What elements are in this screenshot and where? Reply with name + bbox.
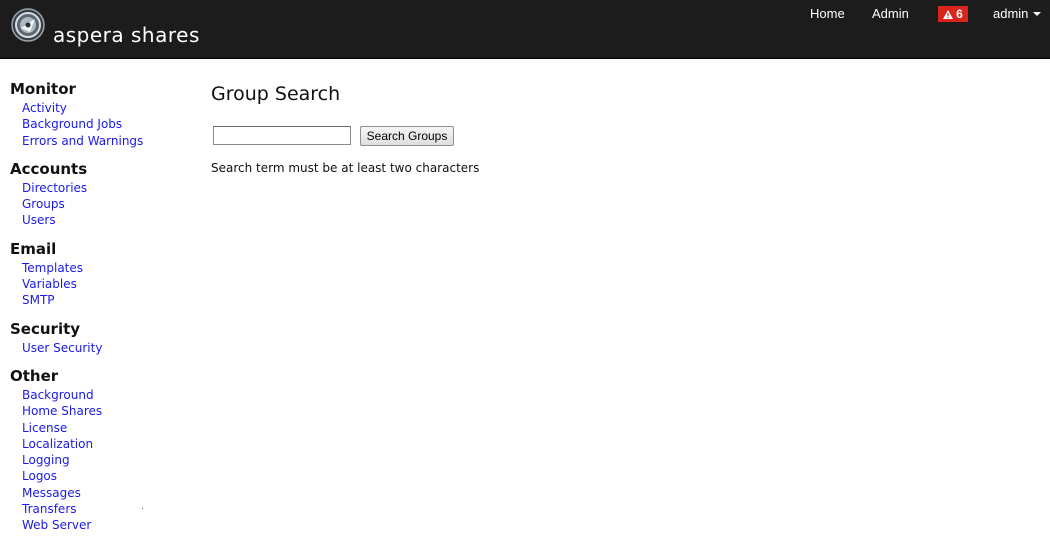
sidebar-item-errors-and-warnings[interactable]: Errors and Warnings — [22, 134, 143, 148]
sidebar-item-localization[interactable]: Localization — [22, 437, 93, 451]
sidebar-item-home-shares[interactable]: Home Shares — [22, 404, 102, 418]
sidebar-item-logging[interactable]: Logging — [22, 453, 70, 467]
sidebar: Monitor Activity Background Jobs Errors … — [10, 80, 190, 545]
sidebar-item-activity[interactable]: Activity — [22, 101, 67, 115]
brand-name[interactable]: aspera shares — [53, 22, 200, 48]
sidebar-item-templates[interactable]: Templates — [22, 261, 83, 275]
sidebar-item-background[interactable]: Background — [22, 388, 94, 402]
search-groups-button[interactable]: Search Groups — [360, 126, 454, 146]
sidebar-item-transfers[interactable]: Transfers — [22, 502, 77, 516]
user-name: admin — [993, 6, 1029, 21]
sidebar-item-user-security[interactable]: User Security — [22, 341, 102, 355]
sidebar-item-license[interactable]: License — [22, 421, 67, 435]
sidebar-item-smtp[interactable]: SMTP — [22, 293, 55, 307]
user-menu[interactable]: admin — [993, 6, 1042, 22]
sidebar-section-other: Other Background Home Shares License Loc… — [10, 367, 190, 533]
search-hint-text: Search term must be at least two charact… — [211, 161, 480, 175]
section-title: Accounts — [10, 159, 88, 178]
sidebar-item-web-server[interactable]: Web Server — [22, 518, 91, 532]
sidebar-section-monitor: Monitor Activity Background Jobs Errors … — [10, 80, 190, 148]
sidebar-item-variables[interactable]: Variables — [22, 277, 77, 291]
section-title: Monitor — [10, 80, 76, 98]
sidebar-item-users[interactable]: Users — [22, 213, 56, 227]
aspera-logo-icon[interactable] — [11, 8, 45, 42]
sidebar-section-security: Security User Security — [10, 320, 190, 355]
alerts-count: 6 — [956, 7, 963, 21]
section-title: Other — [10, 366, 59, 385]
section-title: Security — [10, 319, 81, 338]
sidebar-item-directories[interactable]: Directories — [22, 181, 87, 195]
sidebar-item-logos[interactable]: Logos — [22, 469, 57, 483]
nav-admin-link[interactable]: Admin — [872, 6, 909, 22]
stray-dot — [142, 508, 143, 509]
sidebar-item-groups[interactable]: Groups — [22, 197, 65, 211]
top-navbar: aspera shares Home Admin 6 admin — [0, 0, 1050, 59]
sidebar-item-messages[interactable]: Messages — [22, 486, 81, 500]
warning-icon — [943, 10, 954, 19]
alerts-badge[interactable]: 6 — [938, 6, 968, 22]
chevron-down-icon — [1033, 12, 1042, 16]
nav-home-link[interactable]: Home — [810, 6, 845, 22]
page-title: Group Search — [211, 83, 341, 105]
group-search-input[interactable] — [213, 126, 351, 145]
sidebar-section-email: Email Templates Variables SMTP — [10, 240, 190, 308]
section-title: Email — [10, 239, 57, 258]
sidebar-section-accounts: Accounts Directories Groups Users — [10, 160, 190, 228]
sidebar-item-background-jobs[interactable]: Background Jobs — [22, 117, 122, 131]
